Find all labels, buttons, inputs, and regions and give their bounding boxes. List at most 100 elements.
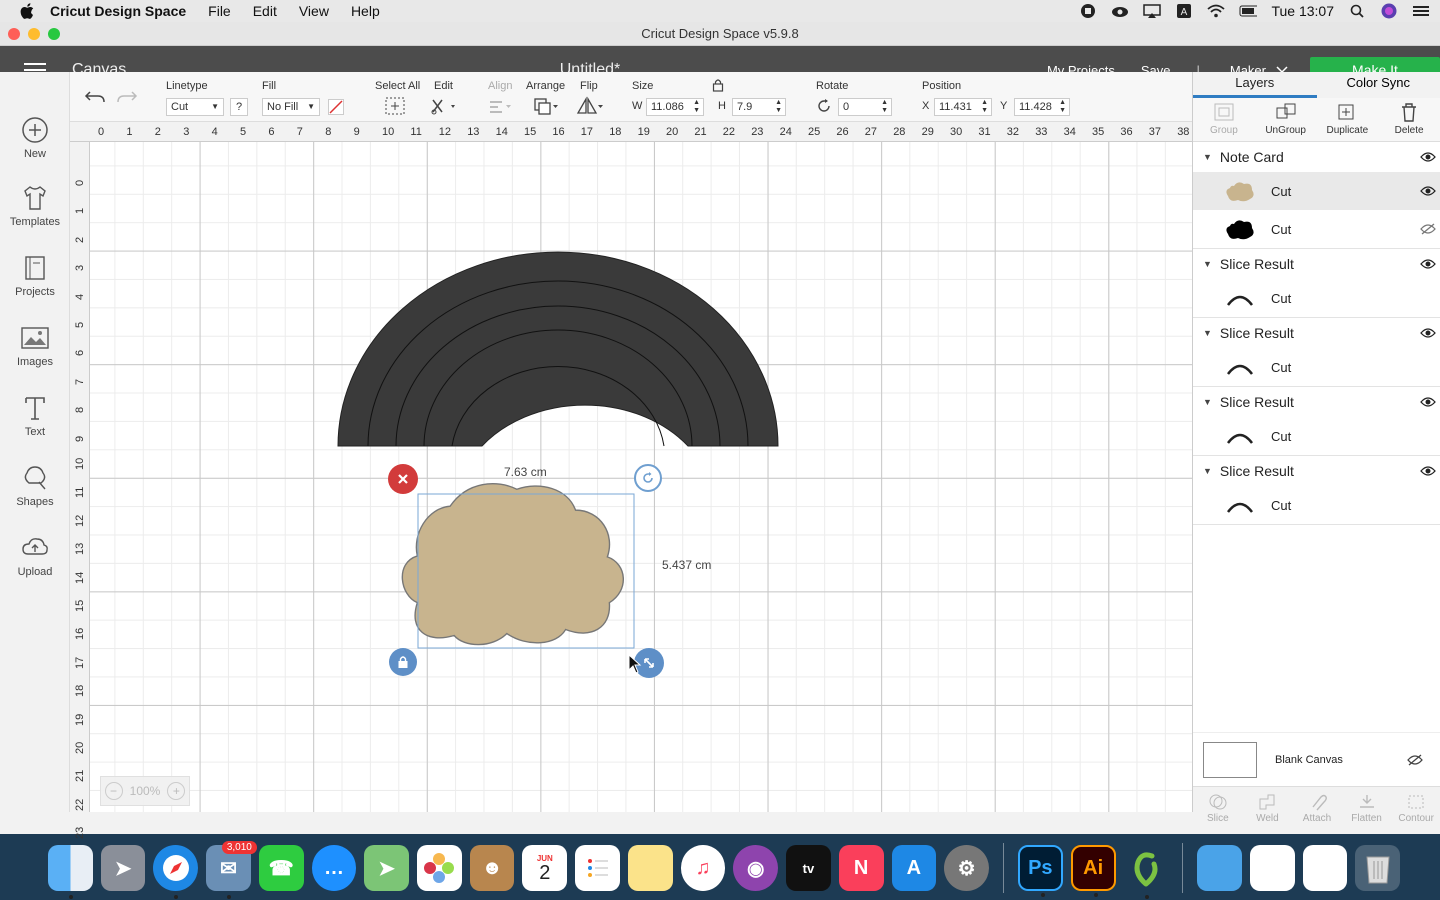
align-icon[interactable] (486, 96, 514, 116)
podcasts-icon[interactable]: ◉ (733, 845, 779, 891)
record-icon[interactable] (1079, 3, 1097, 19)
caret-down-icon[interactable]: ▼ (1203, 328, 1212, 338)
menu-file[interactable]: File (208, 3, 231, 19)
attach-button[interactable]: Attach (1292, 787, 1342, 834)
trash-icon[interactable] (1355, 845, 1401, 891)
design-canvas[interactable]: 7.63 cm 5.437 cm (90, 142, 1192, 812)
templates-button[interactable]: Templates (0, 184, 70, 228)
contacts-icon[interactable]: ☻ (469, 845, 515, 891)
y-input[interactable]: 11.428 ▲ ▼ (1014, 98, 1070, 116)
menubar-clock[interactable]: Tue 13:07 (1271, 3, 1334, 19)
slice-button[interactable]: Slice (1193, 787, 1243, 834)
photos-icon[interactable] (417, 845, 462, 891)
close-window-button[interactable] (8, 28, 20, 40)
layer-row[interactable]: Cut (1193, 279, 1440, 317)
apple-tv-icon[interactable]: tv (786, 845, 831, 891)
folder-icon[interactable] (1197, 845, 1242, 891)
launchpad-icon[interactable]: ➤ (100, 845, 146, 891)
flatten-button[interactable]: Flatten (1342, 787, 1392, 834)
projects-button[interactable]: Projects (0, 254, 70, 298)
photoshop-icon[interactable]: Ps (1017, 845, 1063, 897)
fill-select[interactable]: No Fill ▼ (262, 98, 320, 116)
recent-file-thumbnail[interactable] (1302, 845, 1348, 891)
height-input[interactable]: 7.9 ▲ ▼ (732, 98, 786, 116)
news-icon[interactable]: N (838, 845, 884, 891)
undo-icon[interactable] (84, 88, 106, 106)
lock-proportions-icon[interactable] (712, 78, 724, 92)
shapes-button[interactable]: Shapes (0, 464, 70, 508)
images-button[interactable]: Images (0, 324, 70, 368)
arrange-icon[interactable] (532, 96, 560, 116)
linetype-help-button[interactable]: ? (230, 98, 248, 116)
tab-layers[interactable]: Layers (1193, 72, 1317, 98)
eye-icon[interactable] (1420, 258, 1436, 270)
layer-row[interactable]: Cut (1193, 486, 1440, 524)
new-button[interactable]: New (0, 116, 70, 160)
mail-icon[interactable]: ✉ 3,010 (206, 841, 257, 899)
caret-down-icon[interactable]: ▼ (1203, 259, 1212, 269)
menu-app-name[interactable]: Cricut Design Space (50, 3, 186, 19)
layer-group-header[interactable]: ▼ Slice Result (1193, 318, 1440, 348)
text-button[interactable]: Text (0, 394, 70, 438)
system-preferences-icon[interactable]: ⚙ (944, 845, 989, 891)
battery-icon[interactable] (1239, 3, 1258, 19)
flip-icon[interactable] (576, 96, 604, 116)
airplay-icon[interactable] (1143, 3, 1162, 19)
layer-row[interactable]: Cut (1193, 417, 1440, 455)
input-source-icon[interactable]: A (1175, 3, 1193, 19)
zoom-in-button[interactable]: + (167, 782, 186, 800)
eye-hidden-icon[interactable] (1407, 754, 1423, 766)
edit-tools-icon[interactable] (430, 96, 458, 116)
lock-handle[interactable] (389, 648, 417, 676)
calendar-icon[interactable]: JUN 2 (522, 845, 568, 891)
zoom-out-button[interactable]: − (104, 782, 123, 800)
notification-center-icon[interactable] (1412, 3, 1430, 19)
minimize-window-button[interactable] (28, 28, 40, 40)
illustrator-icon[interactable]: Ai (1070, 845, 1116, 897)
tab-color-sync[interactable]: Color Sync (1317, 72, 1440, 98)
eye-hidden-icon[interactable] (1420, 223, 1436, 235)
x-input[interactable]: 11.431 ▲ ▼ (934, 98, 992, 116)
rotate-handle[interactable] (634, 464, 662, 492)
zoom-window-button[interactable] (48, 28, 60, 40)
menu-view[interactable]: View (299, 3, 329, 19)
apple-icon[interactable] (18, 2, 36, 20)
linetype-select[interactable]: Cut ▼ (166, 98, 224, 116)
facetime-icon[interactable]: ☎ (258, 845, 304, 891)
redo-icon[interactable] (116, 88, 138, 106)
layer-group-header[interactable]: ▼ Note Card (1193, 142, 1440, 172)
creative-cloud-icon[interactable] (1111, 3, 1129, 19)
messages-icon[interactable]: … (311, 845, 357, 891)
contour-button[interactable]: Contour (1391, 787, 1440, 834)
fill-color-swatch-icon[interactable] (328, 99, 344, 115)
group-button[interactable]: Group (1193, 98, 1255, 141)
safari-icon[interactable] (153, 845, 199, 899)
eye-icon[interactable] (1420, 327, 1436, 339)
eye-icon[interactable] (1420, 396, 1436, 408)
eye-icon[interactable] (1420, 185, 1436, 197)
recent-file-thumbnail[interactable] (1249, 845, 1295, 891)
eye-icon[interactable] (1420, 465, 1436, 477)
maps-icon[interactable]: ➤ (364, 845, 410, 891)
layer-group-header[interactable]: ▼ Slice Result (1193, 387, 1440, 417)
caret-down-icon[interactable]: ▼ (1203, 152, 1212, 162)
duplicate-button[interactable]: Duplicate (1317, 98, 1379, 141)
layer-group-header[interactable]: ▼ Slice Result (1193, 249, 1440, 279)
blank-canvas-swatch[interactable] (1203, 741, 1257, 778)
notes-icon[interactable] (627, 845, 673, 891)
cricut-design-space-icon[interactable] (1124, 845, 1169, 899)
rotate-input[interactable]: 0 ▲ ▼ (838, 98, 892, 116)
cloud-shape[interactable] (401, 483, 624, 648)
siri-icon[interactable] (1380, 3, 1398, 19)
delete-handle[interactable] (388, 464, 418, 494)
caret-down-icon[interactable]: ▼ (1203, 397, 1212, 407)
delete-button[interactable]: Delete (1378, 98, 1440, 141)
layer-row[interactable]: Cut (1193, 172, 1440, 210)
ungroup-button[interactable]: UnGroup (1255, 98, 1317, 141)
spotlight-icon[interactable] (1348, 3, 1366, 19)
blank-canvas-row[interactable]: Blank Canvas (1193, 732, 1440, 786)
finder-icon[interactable] (48, 845, 93, 899)
caret-down-icon[interactable]: ▼ (1203, 466, 1212, 476)
app-store-icon[interactable]: A (891, 845, 937, 891)
rainbow-shape[interactable] (337, 251, 779, 447)
